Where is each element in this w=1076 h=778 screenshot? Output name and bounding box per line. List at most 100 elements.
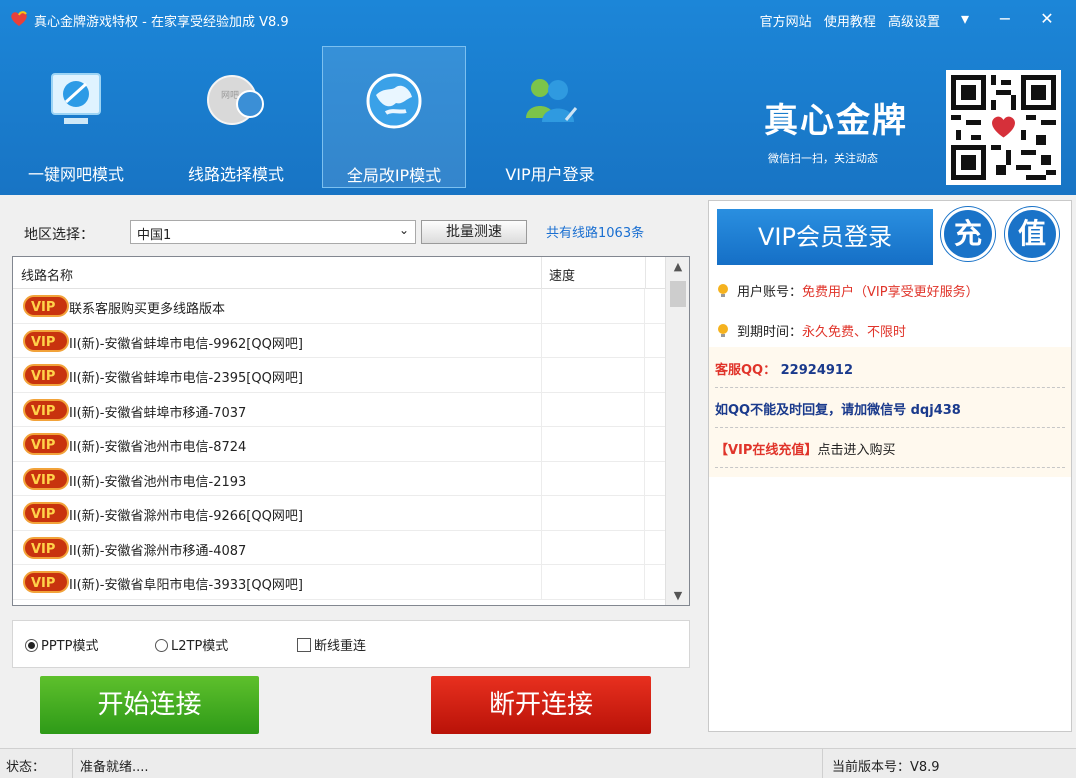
line-speed <box>541 530 645 564</box>
radio-empty-icon <box>155 639 168 652</box>
qr-code-image <box>946 70 1061 185</box>
divider <box>715 467 1065 468</box>
pptp-mode-label: PPTP模式 <box>41 639 99 654</box>
svg-text:VIP: VIP <box>31 473 55 488</box>
scroll-up-icon[interactable]: ▲ <box>666 260 689 273</box>
svg-text:VIP: VIP <box>31 576 55 591</box>
vip-badge-icon: VIP <box>23 364 69 386</box>
line-row[interactable]: VIP II(新)-安徽省滁州市电信-9266[QQ网吧] <box>13 496 689 531</box>
vip-login-button[interactable]: VIP会员登录 <box>717 209 933 265</box>
svg-text:VIP: VIP <box>31 300 55 315</box>
column-divider <box>645 257 646 289</box>
status-value: 准备就绪.... <box>80 760 149 775</box>
line-name: II(新)-安徽省蚌埠市电信-9962[QQ网吧] <box>69 336 303 352</box>
line-row[interactable]: VIP II(新)-安徽省滁州市移通-4087 <box>13 530 689 565</box>
expire-time-value: 永久免费、不限时 <box>802 325 907 340</box>
close-icon[interactable]: ✕ <box>1032 6 1062 32</box>
monitor-icon <box>51 73 101 124</box>
tab-global-ip-mode[interactable]: 全局改IP模式 <box>322 46 466 188</box>
brand-subtitle: 微信扫一扫，关注动态 <box>768 152 878 165</box>
line-row[interactable]: VIP II(新)-安徽省蚌埠市电信-2395[QQ网吧] <box>13 358 689 393</box>
line-speed <box>541 323 645 357</box>
advanced-settings-link[interactable]: 高级设置 <box>888 15 940 30</box>
divider <box>715 387 1065 388</box>
svg-text:VIP: VIP <box>31 369 55 384</box>
svg-text:VIP: VIP <box>31 507 55 522</box>
version-label: 当前版本号：V8.9 <box>832 760 940 775</box>
auto-reconnect-label: 断线重连 <box>314 639 367 654</box>
vip-badge-icon: VIP <box>23 398 69 421</box>
line-count-label: 共有线路1063条 <box>546 226 645 241</box>
tab-netbar-mode[interactable]: 一键网吧模式 <box>4 46 148 188</box>
line-row[interactable]: VIP II(新)-安徽省池州市电信-8724 <box>13 427 689 462</box>
disconnect-button[interactable]: 断开连接 <box>431 676 651 734</box>
window-title: 真心金牌游戏特权 - 在家享受经验加成 V8.9 <box>34 15 289 30</box>
line-speed <box>541 358 645 392</box>
line-name: II(新)-安徽省蚌埠市移通-7037 <box>69 405 247 421</box>
radio-selected-icon <box>25 639 38 652</box>
netbar-globe-icon: 网吧 <box>207 75 264 125</box>
support-qq-notice: 客服QQ： 22924912 <box>715 359 853 378</box>
vip-online-recharge-label: 【VIP在线充值】 <box>715 443 818 458</box>
app-header: 真心金牌游戏特权 - 在家享受经验加成 V8.9 官方网站 使用教程 高级设置 … <box>0 0 1076 195</box>
line-speed <box>541 427 645 461</box>
column-speed[interactable]: 速度 <box>549 265 575 284</box>
tab-label: 线路选择模式 <box>187 165 284 184</box>
tab-line-select-mode[interactable]: 网吧 线路选择模式 <box>160 46 312 188</box>
vip-online-recharge-action: 点击进入购买 <box>817 443 896 458</box>
l2tp-mode-label: L2TP模式 <box>171 639 229 654</box>
tab-label: VIP用户登录 <box>505 165 595 184</box>
line-name: II(新)-安徽省池州市电信-2193 <box>69 474 247 490</box>
notice-area: 客服QQ： 22924912 如QQ不能及时回复，请加微信号 dqj438 【V… <box>709 347 1071 477</box>
list-scrollbar[interactable]: ▲ ▼ <box>665 257 689 605</box>
qr-code-icon <box>951 75 1056 180</box>
line-speed <box>541 289 645 323</box>
menu-dropdown-icon[interactable]: ▾ <box>950 6 980 32</box>
tab-label: 全局改IP模式 <box>346 166 442 185</box>
scroll-thumb[interactable] <box>670 281 686 307</box>
line-row[interactable]: VIP II(新)-安徽省阜阳市电信-3933[QQ网吧] <box>13 565 689 600</box>
connection-options: PPTP模式 L2TP模式 断线重连 <box>12 620 690 668</box>
lightbulb-icon <box>718 324 728 337</box>
svg-text:VIP: VIP <box>31 335 55 350</box>
tab-vip-login[interactable]: VIP用户登录 <box>480 46 620 188</box>
scroll-down-icon[interactable]: ▼ <box>666 589 689 602</box>
minimize-icon[interactable]: − <box>990 6 1020 32</box>
official-site-link[interactable]: 官方网站 <box>760 15 812 30</box>
column-line-name[interactable]: 线路名称 <box>21 265 73 284</box>
checkbox-icon <box>297 638 311 652</box>
auto-reconnect-checkbox[interactable]: 断线重连 <box>297 635 366 654</box>
vip-badge-icon: VIP <box>23 502 69 524</box>
tutorial-link[interactable]: 使用教程 <box>824 15 876 30</box>
recharge-button-2[interactable]: 值 <box>1005 207 1059 261</box>
list-header: 线路名称 速度 <box>13 257 689 289</box>
line-row[interactable]: VIP II(新)-安徽省蚌埠市电信-9962[QQ网吧] <box>13 323 689 358</box>
line-speed <box>541 392 645 426</box>
line-row[interactable]: VIP 联系客服购买更多线路版本 <box>13 289 689 324</box>
l2tp-mode-radio[interactable]: L2TP模式 <box>155 635 228 654</box>
line-list[interactable]: 线路名称 速度 VIP 联系客服购买更多线路版本 VIP II(新)-安徽省蚌埠市电信… <box>12 256 690 606</box>
user-account-label: 用户账号： <box>737 285 803 300</box>
line-name: 联系客服购买更多线路版本 <box>69 302 226 317</box>
recharge-button[interactable]: 充 <box>941 207 995 261</box>
vip-online-recharge-link[interactable]: 【VIP在线充值】点击进入购买 <box>715 439 895 458</box>
connect-button[interactable]: 开始连接 <box>40 676 259 734</box>
region-select[interactable]: 中国1 ⌄ <box>130 220 416 244</box>
line-name: II(新)-安徽省阜阳市电信-3933[QQ网吧] <box>69 578 303 593</box>
pptp-mode-radio[interactable]: PPTP模式 <box>25 635 98 654</box>
brand-name: 真心金牌 <box>764 101 908 141</box>
status-divider <box>72 749 73 778</box>
line-row[interactable]: VIP II(新)-安徽省池州市电信-2193 <box>13 461 689 496</box>
status-label: 状态： <box>6 760 46 775</box>
tab-label: 一键网吧模式 <box>27 165 124 184</box>
title-bar: 真心金牌游戏特权 - 在家享受经验加成 V8.9 官方网站 使用教程 高级设置 … <box>0 0 1076 38</box>
line-row[interactable]: VIP II(新)-安徽省蚌埠市移通-7037 <box>13 392 689 427</box>
region-select-value: 中国1 <box>137 228 172 243</box>
batch-speedtest-button[interactable]: 批量测速 <box>421 220 527 244</box>
user-account-row: 用户账号：免费用户（VIP享受更好服务） <box>717 281 979 300</box>
line-speed <box>541 565 645 599</box>
vip-badge-icon: VIP <box>23 536 69 559</box>
lightbulb-icon <box>718 284 728 297</box>
chevron-down-icon: ⌄ <box>398 223 409 237</box>
line-speed <box>541 461 645 495</box>
